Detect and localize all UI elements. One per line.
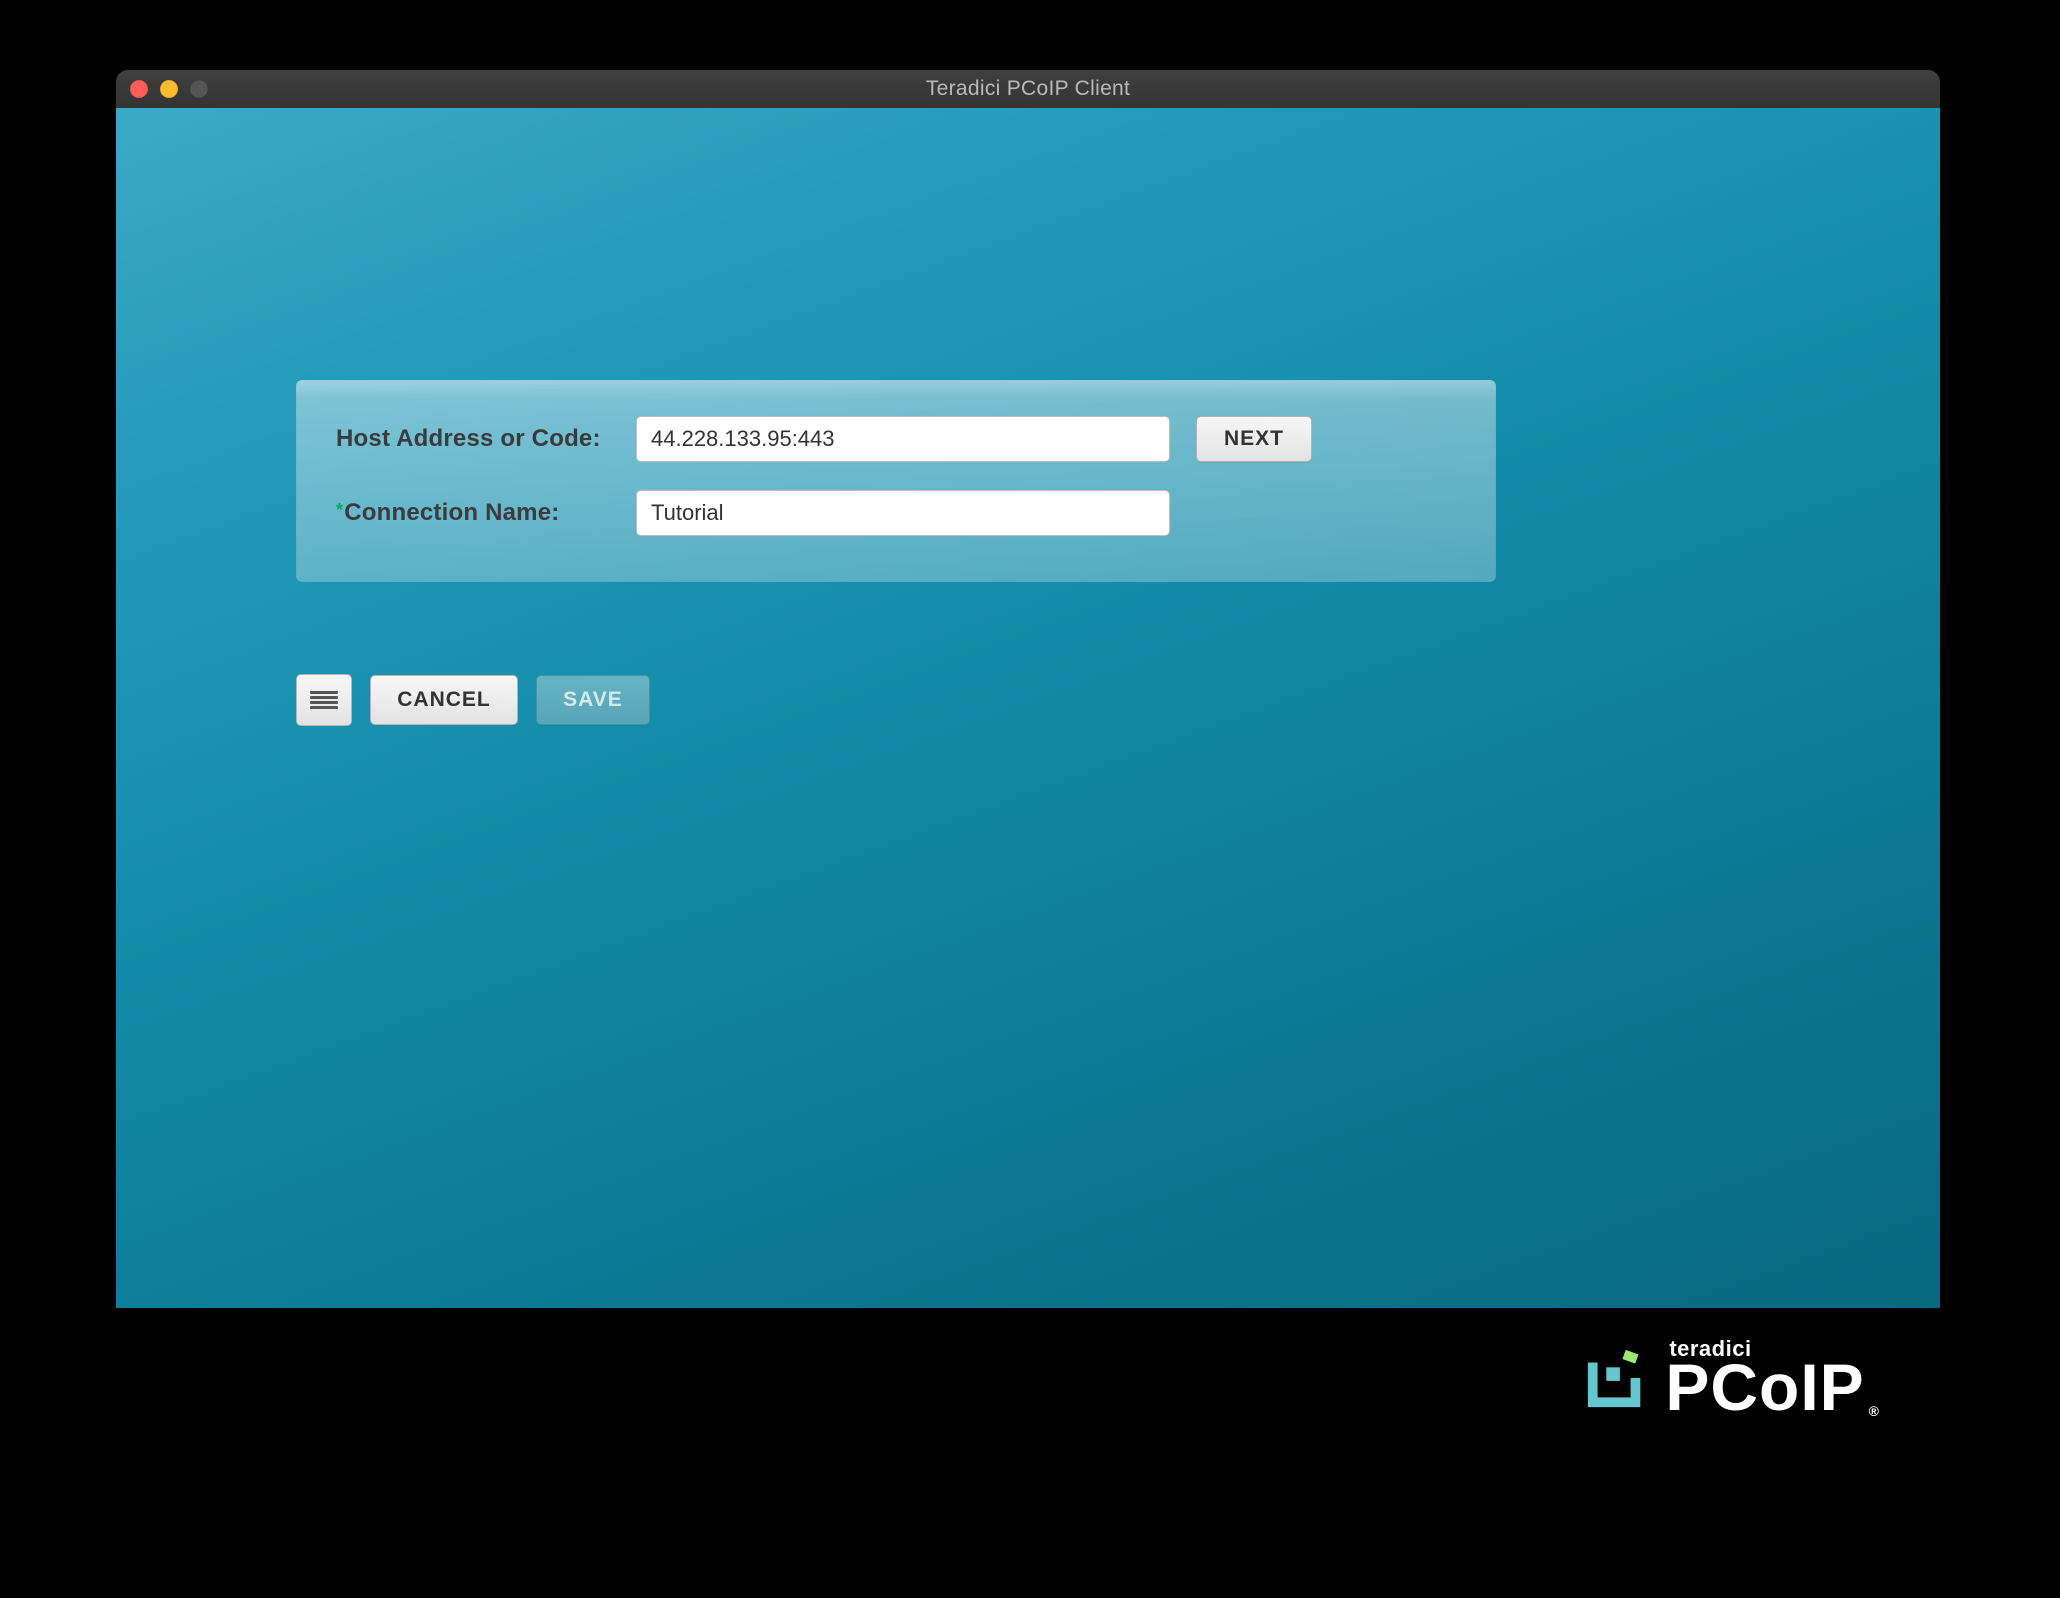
main-area: Host Address or Code: NEXT *Connection N… <box>116 108 1940 1308</box>
connection-name-label: *Connection Name: <box>336 499 636 527</box>
next-button[interactable]: NEXT <box>1196 416 1312 462</box>
menu-icon <box>310 691 338 709</box>
app-window: Teradici PCoIP Client Host Address or Co… <box>116 70 1940 1448</box>
footer: teradici PCoIP® <box>116 1308 1940 1448</box>
window-controls <box>130 80 208 98</box>
save-button[interactable]: SAVE <box>536 675 650 725</box>
host-label: Host Address or Code: <box>336 425 636 453</box>
cancel-button[interactable]: CANCEL <box>370 675 518 725</box>
connection-name-input[interactable] <box>636 490 1170 536</box>
brand-text: teradici PCoIP® <box>1665 1336 1880 1420</box>
host-address-input[interactable] <box>636 416 1170 462</box>
action-row: CANCEL SAVE <box>296 674 650 726</box>
brand-logo: teradici PCoIP® <box>1583 1336 1880 1420</box>
close-window-button[interactable] <box>130 80 148 98</box>
host-row: Host Address or Code: NEXT <box>336 416 1456 462</box>
connect-panel: Host Address or Code: NEXT *Connection N… <box>296 380 1496 582</box>
menu-button[interactable] <box>296 674 352 726</box>
name-row: *Connection Name: <box>336 490 1456 536</box>
required-star-icon: * <box>336 500 343 520</box>
zoom-window-button[interactable] <box>190 80 208 98</box>
client-body: Host Address or Code: NEXT *Connection N… <box>116 108 1940 1448</box>
minimize-window-button[interactable] <box>160 80 178 98</box>
connection-name-label-text: Connection Name: <box>344 499 559 526</box>
brand-mark-icon <box>1583 1344 1651 1412</box>
titlebar: Teradici PCoIP Client <box>116 70 1940 108</box>
registered-icon: ® <box>1869 1404 1880 1418</box>
window-title: Teradici PCoIP Client <box>116 77 1940 101</box>
brand-product: PCoIP® <box>1665 1354 1880 1420</box>
